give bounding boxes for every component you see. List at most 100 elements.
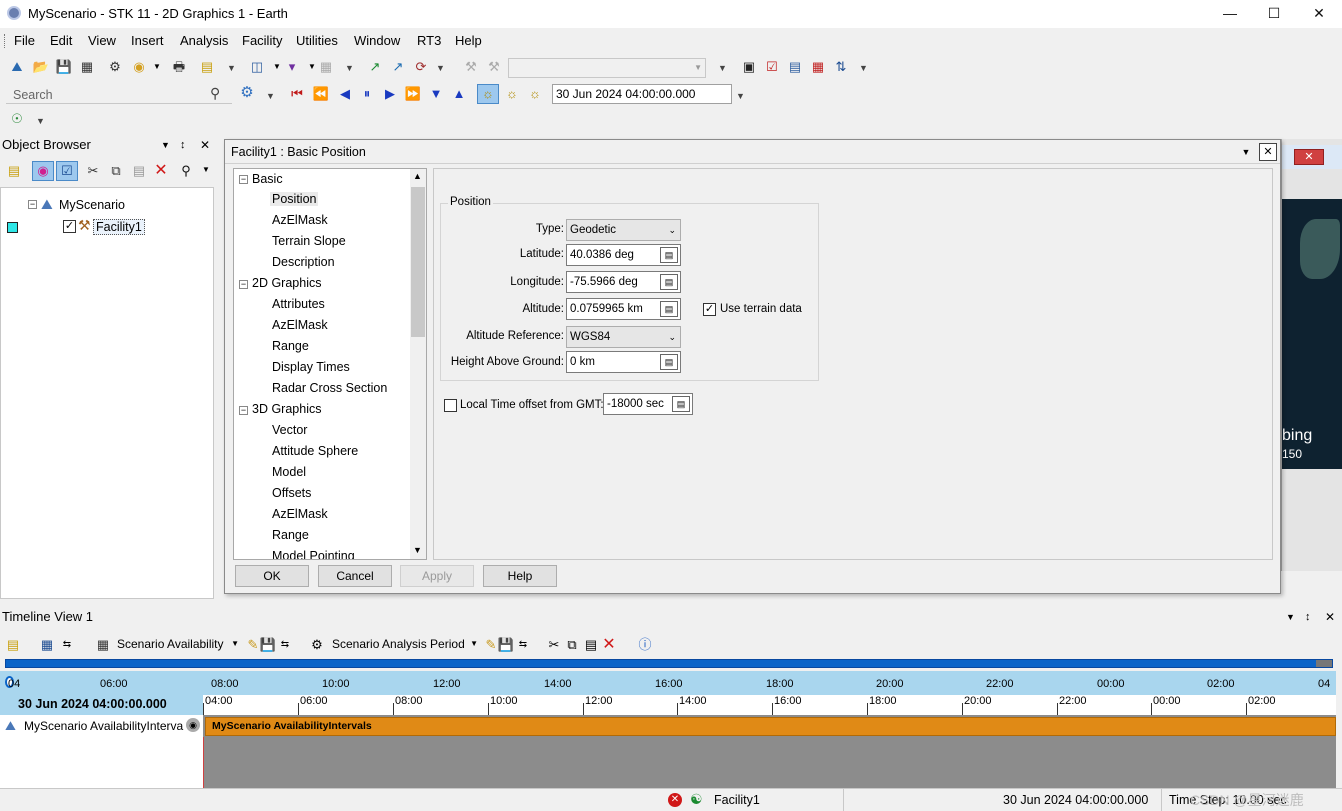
link-icon[interactable]: ⇆ [58,636,76,654]
altitude-reference-select[interactable]: WGS84 ⌄ [566,326,681,348]
latitude-field[interactable]: 40.0386 deg ▤ [566,244,681,266]
toolbar-grip[interactable]: ▼ [736,91,745,105]
dialog-menu-icon[interactable]: ▼ [1237,144,1255,160]
paste-icon[interactable]: ▤ [582,636,600,654]
toolbar-grip[interactable]: ▼ [202,165,210,174]
ok-button[interactable]: OK [235,565,309,587]
nav-attributes[interactable]: Attributes [272,297,325,311]
dialog-close-icon[interactable]: ✕ [1259,143,1277,161]
time-slider-track[interactable] [5,659,1333,668]
longitude-field[interactable]: -75.5966 deg ▤ [566,271,681,293]
nav-3d-graphics[interactable]: 3D Graphics [252,402,321,416]
nav-model[interactable]: Model [272,465,306,479]
animation-time-field[interactable]: 30 Jun 2024 04:00:00.000 [552,84,732,104]
tree-item-facility[interactable]: Facility1 [93,219,145,235]
unit-picker-icon[interactable]: ▤ [660,301,678,317]
timeline-settings-icon[interactable]: ▦ [38,636,56,654]
unit-picker-icon[interactable]: ▤ [660,354,678,370]
collapse-icon[interactable]: − [239,406,248,415]
unit-picker-icon[interactable]: ▤ [660,274,678,290]
step-back-icon[interactable]: ⏪ [312,85,330,103]
settings-icon[interactable]: ⚙ [238,84,256,102]
nav-model-pointing[interactable]: Model Pointing [272,549,355,559]
panel-close-icon[interactable]: ✕ [1325,607,1335,627]
analysis-period-icon[interactable]: ⚙ [308,636,326,654]
nav-basic[interactable]: Basic [252,172,283,186]
unit-picker-icon[interactable]: ▤ [660,247,678,263]
color-icon[interactable]: ◉ [32,161,54,181]
minimize-icon[interactable]: — [1218,4,1242,22]
height-above-ground-field[interactable]: 0 km ▤ [566,351,681,373]
panel-menu-icon[interactable]: ▼ [1286,607,1295,627]
toolbar-grip[interactable]: ▼ [718,63,727,77]
cut-icon[interactable]: ✂ [84,162,102,180]
toolbar-grip[interactable]: ▼ [436,63,445,77]
collapse-icon[interactable]: − [239,175,248,184]
top-ruler[interactable]: 04 06:00 08:00 10:00 12:00 14:00 16:00 18:00 20:… [0,671,1336,695]
menu-rt3[interactable]: RT3 [417,33,441,48]
unit-picker-icon[interactable]: ▤ [672,396,690,412]
scroll-up-icon[interactable]: ▲ [413,171,422,181]
gmt-offset-checkbox[interactable] [444,399,457,412]
pause-icon[interactable]: ⏸ [358,85,376,103]
realtime-icon[interactable]: ☼ [477,84,499,104]
copy-object-icon[interactable]: ◫ [248,58,266,76]
check-icon[interactable]: ☑ [56,161,78,181]
menu-help[interactable]: Help [455,33,482,48]
object-color-swatch[interactable] [7,222,18,233]
cut-icon[interactable]: ✂ [545,636,563,654]
panel-close-icon[interactable]: ✕ [200,135,210,155]
nav-radar-cross-section[interactable]: Radar Cross Section [272,381,387,395]
report-icon[interactable]: ▤ [198,58,216,76]
menu-file[interactable]: File [14,33,35,48]
properties-icon[interactable]: ⚙ [106,58,124,76]
decrease-step-icon[interactable]: ▼ [427,85,445,103]
menu-insert[interactable]: Insert [131,33,164,48]
print-icon[interactable]: 🖶 [170,58,188,76]
save-icon[interactable]: 💾 [55,58,73,76]
scroll-down-icon[interactable]: ▼ [413,545,422,555]
nav-attitude-sphere[interactable]: Attitude Sphere [272,444,358,458]
nav-2d-range[interactable]: Range [272,339,309,353]
search-icon[interactable]: ⚲ [210,85,220,102]
nav-3d-range[interactable]: Range [272,528,309,542]
stop-icon[interactable]: ✕ [668,793,682,807]
save-icon[interactable]: 💾 [497,636,515,654]
nav-3d-azelmask[interactable]: AzElMask [272,507,328,521]
chart-icon[interactable]: ☑ [763,58,781,76]
panel-menu-icon[interactable]: ▼ [161,135,170,155]
menu-view[interactable]: View [88,33,116,48]
idea-icon[interactable]: ◉ [130,58,148,76]
reset-icon[interactable]: ⏮ [288,85,306,103]
menu-edit[interactable]: Edit [50,33,72,48]
open-icon[interactable]: 📂 [32,58,50,76]
copy-icon[interactable]: ⧉ [563,636,581,654]
help-button[interactable]: Help [483,565,557,587]
sort-icon[interactable]: ⇅ [832,58,850,76]
play-icon[interactable]: ▶ [381,85,399,103]
filter-icon[interactable]: ▾ [283,58,301,76]
aer-icon[interactable]: ⟳ [412,58,430,76]
tree-item-scenario[interactable]: MyScenario [59,198,125,212]
altitude-field[interactable]: 0.0759965 km ▤ [566,298,681,320]
access-icon[interactable]: ↗ [366,58,384,76]
nav-2d-graphics[interactable]: 2D Graphics [252,276,321,290]
menu-facility[interactable]: Facility [242,33,282,48]
toolbar-grip[interactable]: ▼ [36,116,45,130]
deck-access-icon[interactable]: ↗ [389,58,407,76]
find-icon[interactable]: ⚲ [177,162,195,180]
nav-terrain-slope[interactable]: Terrain Slope [272,234,346,248]
globe-icon[interactable]: ☉ [8,110,26,128]
menu-analysis[interactable]: Analysis [180,33,228,48]
pin-icon[interactable]: ↕ [1305,607,1311,627]
toolbar-grip[interactable]: ▼ [859,63,868,77]
gmt-offset-field[interactable]: -18000 sec ▤ [603,393,693,415]
link-icon[interactable]: ⇆ [514,636,532,654]
new-object-icon[interactable]: ▤ [5,162,23,180]
step-forward-icon[interactable]: ⏩ [404,85,422,103]
delete-icon[interactable]: ✕ [152,162,170,180]
save-all-icon[interactable]: ▦ [78,58,96,76]
cancel-button[interactable]: Cancel [318,565,392,587]
pin-icon[interactable]: ↕ [180,135,186,155]
save-icon[interactable]: 💾 [259,636,277,654]
